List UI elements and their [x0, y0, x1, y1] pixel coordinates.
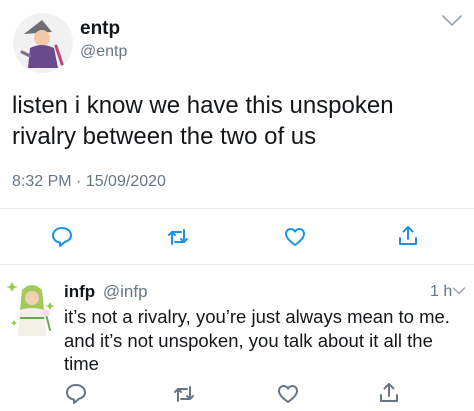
share-icon[interactable]: [377, 381, 401, 405]
chevron-down-icon[interactable]: [441, 14, 463, 28]
reply-header: infp @infp: [64, 282, 148, 302]
display-name[interactable]: infp: [64, 282, 95, 301]
share-icon[interactable]: [396, 224, 420, 248]
reply-icon[interactable]: [64, 382, 88, 406]
user-handle[interactable]: @entp: [80, 43, 127, 61]
divider: [0, 264, 474, 265]
chevron-down-icon[interactable]: [452, 283, 466, 295]
like-icon[interactable]: [276, 382, 300, 406]
user-handle[interactable]: @infp: [103, 282, 148, 301]
reply-time[interactable]: 1 h: [430, 283, 452, 301]
divider: [0, 208, 474, 209]
retweet-icon[interactable]: [172, 382, 196, 406]
retweet-icon[interactable]: [166, 225, 190, 249]
avatar[interactable]: [6, 276, 58, 338]
reply-icon[interactable]: [50, 225, 74, 249]
display-name[interactable]: entp: [80, 18, 120, 40]
tweet-text: listen i know we have this unspoken riva…: [12, 92, 394, 150]
tweet-timestamp[interactable]: 8:32 PM · 15/09/2020: [12, 173, 166, 191]
avatar[interactable]: [12, 12, 74, 74]
like-icon[interactable]: [283, 225, 307, 249]
tweet-text: it’s not a rivalry, you’re just always m…: [64, 306, 450, 374]
